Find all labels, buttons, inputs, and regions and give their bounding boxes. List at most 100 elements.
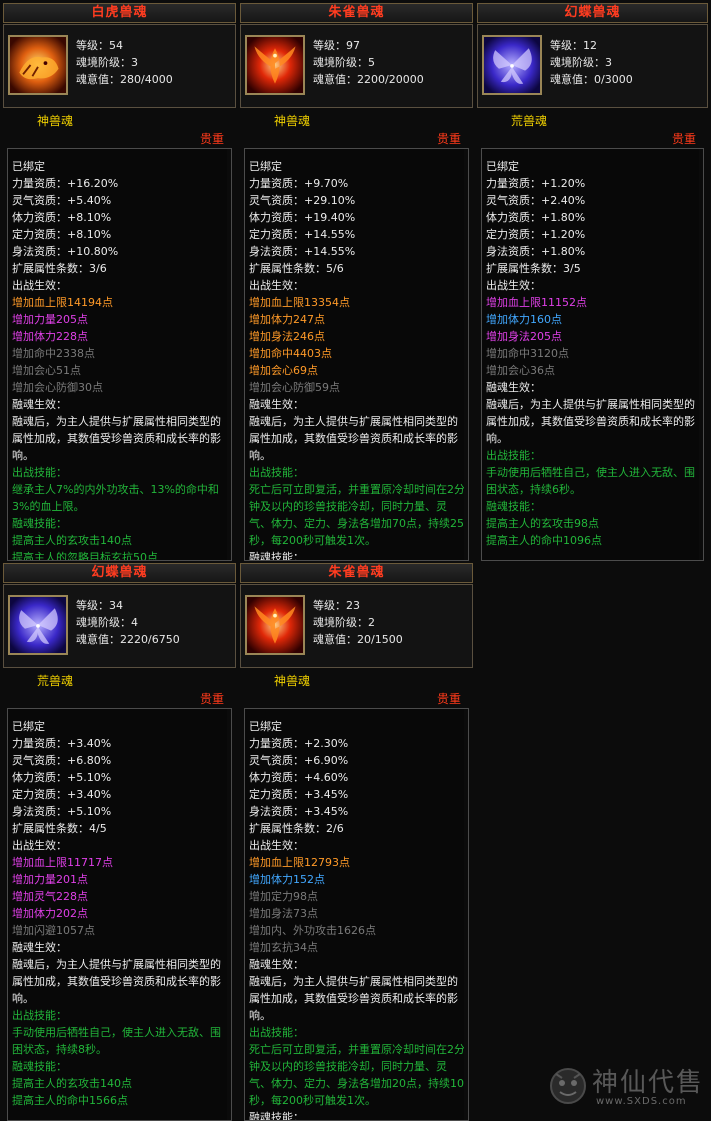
fuse-effect-desc: 融魂后，为主人提供与扩展属性相同类型的属性加成，其数值受珍兽资质和成长率的影响。: [249, 415, 458, 462]
rarity-badge: 贵重: [671, 132, 696, 146]
fuse-effect-heading: 融魂生效：: [249, 398, 304, 411]
fuse-skill-text: 提高主人的玄攻击140点: [12, 534, 132, 547]
fuse-skill-heading: 融魂技能：: [249, 1111, 304, 1121]
card-header: 等级：12 魂境阶级：3 魂意值：0/3000: [477, 24, 708, 108]
type-bar: 荒兽魂 贵重: [3, 670, 236, 706]
scrollbar[interactable]: [464, 149, 468, 560]
scrollbar[interactable]: [227, 709, 231, 1120]
type-bar: 神兽魂 贵重: [240, 670, 473, 706]
will-value: 0/3000: [594, 73, 633, 86]
detail-panel[interactable]: 已绑定 力量资质：+9.70% 灵气资质：+29.10% 体力资质：+19.40…: [244, 148, 469, 561]
soul-stats: 等级：12 魂境阶级：3 魂意值：0/3000: [550, 37, 633, 88]
card-header: 等级：34 魂境阶级：4 魂意值：2220/6750: [3, 584, 236, 668]
battle-skill-heading: 出战技能：: [249, 1026, 304, 1039]
ext-count-label: 扩展属性条数：: [249, 262, 326, 275]
focus-apt-label: 定力资质：: [12, 788, 67, 801]
battle-skill-heading: 出战技能：: [486, 449, 541, 462]
spirit-apt-label: 灵气资质：: [12, 754, 67, 767]
battle-skill-text: 死亡后可立即复活，并重置原冷却时间在2分钟及以内的珍兽技能冷却，同时力量、灵气、…: [249, 1043, 465, 1107]
phys-apt-label: 体力资质：: [486, 211, 541, 224]
battle-attribute: 增加体力202点: [12, 907, 88, 920]
type-bar: 荒兽魂 贵重: [477, 110, 708, 146]
ext-count-label: 扩展属性条数：: [12, 262, 89, 275]
fuse-effect-desc: 融魂后，为主人提供与扩展属性相同类型的属性加成，其数值受珍兽资质和成长率的影响。: [12, 415, 221, 462]
stage-label: 魂境阶级：: [550, 56, 605, 69]
ext-count-value: 3/5: [563, 262, 581, 275]
fuse-effect-desc: 融魂后，为主人提供与扩展属性相同类型的属性加成，其数值受珍兽资质和成长率的影响。: [486, 398, 695, 445]
battle-attribute: 增加命中3120点: [486, 347, 569, 360]
stage-value: 5: [368, 56, 375, 69]
fuse-skill-text-2: 提高主人的命中1096点: [486, 534, 602, 547]
level-value: 54: [109, 39, 123, 52]
phys-apt-value: +19.40%: [304, 211, 356, 224]
fuse-skill-heading: 融魂技能：: [249, 551, 304, 561]
soul-type: 荒兽魂: [511, 114, 548, 128]
detail-panel[interactable]: 已绑定 力量资质：+3.40% 灵气资质：+6.80% 体力资质：+5.10% …: [7, 708, 232, 1121]
battle-attribute: 增加身法246点: [249, 330, 325, 343]
str-apt-label: 力量资质：: [12, 737, 67, 750]
watermark: 神仙代售 www.SXDS.com: [548, 1058, 708, 1118]
will-value: 20/1500: [357, 633, 403, 646]
ext-count-value: 3/6: [89, 262, 107, 275]
fuse-effect-heading: 融魂生效：: [12, 941, 67, 954]
soul-stats: 等级：54 魂境阶级：3 魂意值：280/4000: [76, 37, 173, 88]
stage-label: 魂境阶级：: [76, 56, 131, 69]
soul-type: 神兽魂: [274, 114, 311, 128]
scrollbar[interactable]: [699, 149, 703, 560]
ext-count-value: 2/6: [326, 822, 344, 835]
phys-apt-value: +8.10%: [67, 211, 112, 224]
beast-soul-card: 幻蝶兽魂 等级：34 魂境阶级：4 魂意值：2220/6750 荒兽魂 贵重 已…: [3, 563, 236, 1121]
soul-type: 神兽魂: [274, 674, 311, 688]
phys-apt-label: 体力资质：: [12, 771, 67, 784]
soul-type: 荒兽魂: [37, 674, 74, 688]
battle-effect-heading: 出战生效：: [486, 279, 541, 292]
focus-apt-value: +3.45%: [304, 788, 349, 801]
level-value: 23: [346, 599, 360, 612]
spirit-apt-value: +6.80%: [67, 754, 112, 767]
focus-apt-label: 定力资质：: [249, 228, 304, 241]
will-label: 魂意值：: [550, 73, 594, 86]
focus-apt-label: 定力资质：: [249, 788, 304, 801]
scrollbar[interactable]: [227, 149, 231, 560]
phantom-butterfly-soul-icon[interactable]: [8, 595, 68, 655]
detail-panel[interactable]: 已绑定 力量资质：+2.30% 灵气资质：+6.90% 体力资质：+4.60% …: [244, 708, 469, 1121]
battle-attribute: 增加体力228点: [12, 330, 88, 343]
agility-apt-value: +3.45%: [304, 805, 349, 818]
battle-effect-heading: 出战生效：: [12, 839, 67, 852]
fuse-skill-text-2: 提高主人的命中1566点: [12, 1094, 128, 1107]
level-value: 12: [583, 39, 597, 52]
focus-apt-label: 定力资质：: [486, 228, 541, 241]
battle-effect-heading: 出战生效：: [249, 839, 304, 852]
mascot-logo-icon: [550, 1068, 586, 1104]
battle-attribute: 增加内、外功攻击1626点: [249, 924, 376, 937]
battle-attribute: 增加灵气228点: [12, 890, 88, 903]
rarity-badge: 贵重: [199, 132, 224, 146]
detail-panel[interactable]: 已绑定 力量资质：+16.20% 灵气资质：+5.40% 体力资质：+8.10%…: [7, 148, 232, 561]
battle-skill-heading: 出战技能：: [12, 466, 67, 479]
agility-apt-value: +14.55%: [304, 245, 356, 258]
type-bar: 神兽魂 贵重: [3, 110, 236, 146]
phys-apt-value: +4.60%: [304, 771, 349, 784]
watermark-title: 神仙代售: [592, 1068, 705, 1098]
vermilion-bird-soul-icon[interactable]: [245, 35, 305, 95]
bound-status: 已绑定: [249, 160, 282, 173]
battle-attribute: 增加命中2338点: [12, 347, 95, 360]
stage-label: 魂境阶级：: [76, 616, 131, 629]
spirit-apt-value: +6.90%: [304, 754, 349, 767]
phantom-butterfly-soul-icon[interactable]: [482, 35, 542, 95]
scrollbar[interactable]: [464, 709, 468, 1120]
battle-attribute: 增加血上限11717点: [12, 856, 113, 869]
beast-soul-card: 幻蝶兽魂 等级：12 魂境阶级：3 魂意值：0/3000 荒兽魂 贵重 已绑定 …: [477, 3, 708, 563]
will-value: 2220/6750: [120, 633, 180, 646]
level-label: 等级：: [550, 39, 583, 52]
battle-effect-heading: 出战生效：: [12, 279, 67, 292]
spirit-apt-label: 灵气资质：: [486, 194, 541, 207]
rarity-badge: 贵重: [199, 692, 224, 706]
str-apt-value: +16.20%: [67, 177, 119, 190]
ext-count-value: 5/6: [326, 262, 344, 275]
vermilion-bird-soul-icon[interactable]: [245, 595, 305, 655]
detail-panel[interactable]: 已绑定 力量资质：+1.20% 灵气资质：+2.40% 体力资质：+1.80% …: [481, 148, 704, 561]
white-tiger-soul-icon[interactable]: [8, 35, 68, 95]
fuse-skill-heading: 融魂技能：: [486, 500, 541, 513]
bound-status: 已绑定: [486, 160, 519, 173]
